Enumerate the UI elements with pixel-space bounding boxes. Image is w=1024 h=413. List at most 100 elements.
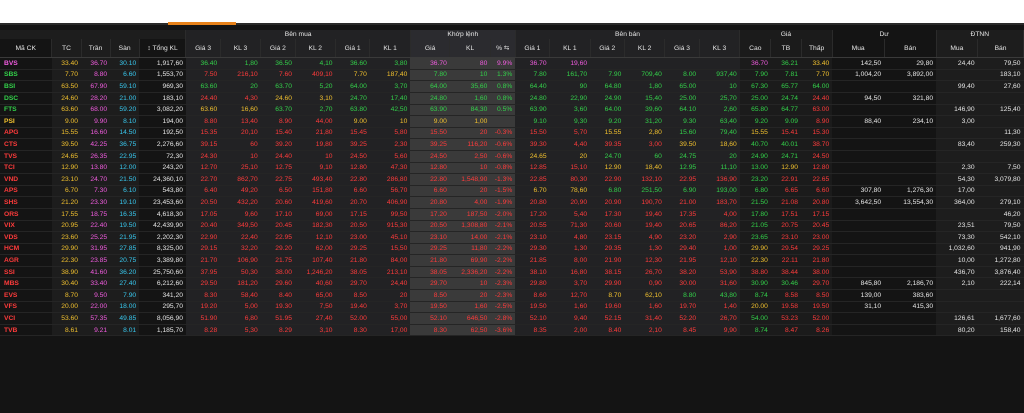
cell-ak3[interactable]: 63,40 [699,115,740,128]
cell-b1[interactable]: 7.70 [335,69,370,82]
cell-ak3[interactable]: 2,90 [699,231,740,244]
cell-b3[interactable]: 39.15 [185,138,221,151]
cell-bk1[interactable]: 915,30 [369,220,411,233]
cell-b1[interactable]: 24.50 [335,150,370,163]
cell-b2[interactable]: 29.60 [260,277,296,291]
col-match-kl[interactable]: KL [449,39,491,59]
cell-ak2[interactable]: 2,10 [624,324,665,337]
cell-b3[interactable]: 8.28 [185,324,221,337]
cell-a2[interactable]: 29.35 [590,243,625,256]
cell-b2[interactable]: 29.20 [260,243,296,256]
cell-a3[interactable]: 8.45 [664,324,700,337]
cell-ak2[interactable]: 18,40 [624,162,665,175]
cell-bk3[interactable]: 13,40 [220,115,261,128]
cell-ak2[interactable]: 12,30 [624,254,665,267]
col-ma-ck[interactable]: Mã CK [0,39,53,59]
cell-bk2[interactable]: 12,10 [295,231,336,244]
cell-bk3[interactable]: 4,30 [220,92,261,105]
symbol-cell[interactable]: BVS [0,57,52,70]
cell-bk1[interactable]: 5,80 [369,127,411,140]
col-buy-gia3[interactable]: Giá 3 [185,39,221,59]
cell-ak3[interactable]: 20 [699,150,740,163]
cell-ak1[interactable]: 2,00 [549,324,591,337]
symbol-cell[interactable]: VND [0,173,52,186]
cell-ak3[interactable]: 12,10 [699,254,740,267]
cell-b3[interactable]: 24.30 [185,150,221,163]
cell-b1[interactable]: 6.60 [335,185,370,198]
symbol-cell[interactable]: SSI [0,266,52,279]
cell-b2[interactable]: 36.50 [260,57,296,70]
col-match-gia[interactable]: Giá [410,39,451,59]
cell-a3[interactable] [664,57,700,70]
table-row[interactable]: TVS 24.65 26.35 22.95 72,30 24.30 10 24.40 10 24.… [0,150,1024,163]
cell-a3[interactable]: 38.20 [664,266,700,279]
cell-a3[interactable]: 29.40 [664,243,700,256]
cell-a2[interactable]: 7.90 [590,69,625,82]
cell-ak1[interactable]: 80,30 [549,173,591,186]
cell-bk3[interactable]: 432,20 [220,196,261,209]
col-tb[interactable]: TB [770,39,802,59]
table-row[interactable]: CTS 39.50 42.25 36.75 2,276,60 39.15 60 39.20 19… [0,138,1024,151]
cell-ak1[interactable]: 90 [549,80,591,93]
cell-ak1[interactable]: 5,40 [549,208,591,221]
cell-bk1[interactable]: 3,80 [369,57,411,70]
table-row[interactable]: BSI 63.50 67.90 59.10 969,30 63.60 20 63.70 5,20… [0,80,1024,93]
cell-a1[interactable]: 20.80 [515,196,550,209]
cell-b3[interactable]: 12.70 [185,162,221,175]
cell-ak1[interactable]: 16,80 [549,266,591,279]
col-buy-kl2[interactable]: KL 2 [295,39,337,59]
cell-ak3[interactable]: 136,90 [699,173,740,186]
cell-a3[interactable]: 8.80 [664,289,700,302]
cell-ak2[interactable]: 62,10 [624,289,665,302]
col-du-mua[interactable]: Mua [832,39,885,59]
cell-a1[interactable]: 21.85 [515,254,550,267]
cell-bk1[interactable]: 24,40 [369,277,411,291]
symbol-cell[interactable]: APS [0,185,52,198]
col-sell-gia1[interactable]: Giá 1 [515,39,551,59]
cell-bk2[interactable]: 21,80 [295,127,336,140]
cell-bk2[interactable]: 7,50 [295,301,336,314]
cell-ak2[interactable]: 39,60 [624,104,665,117]
col-buy-kl1[interactable]: KL 1 [369,39,411,59]
cell-b3[interactable]: 17.05 [185,208,221,221]
cell-a3[interactable]: 39.50 [664,138,700,151]
cell-ak1[interactable]: 4,80 [549,231,591,244]
cell-ak2[interactable]: 709,40 [624,69,665,82]
cell-ak3[interactable]: 4,00 [699,208,740,221]
symbol-cell[interactable]: CTS [0,138,52,151]
col-sell-kl1[interactable]: KL 1 [549,39,591,59]
cell-ak3[interactable]: 18,60 [699,138,740,151]
cell-b3[interactable]: 20.40 [185,220,221,233]
cell-bk1[interactable]: 2,30 [369,138,411,151]
cell-b1[interactable]: 21.80 [335,254,370,267]
cell-ak3[interactable]: 183,70 [699,196,740,209]
table-row[interactable]: HCM 29.90 31.95 27.85 8,325,00 29.15 32,20 29.2… [0,243,1024,256]
cell-a3[interactable]: 19.70 [664,301,700,314]
col-cao[interactable]: Cao [739,39,772,59]
cell-bk3[interactable]: 349,50 [220,220,261,233]
symbol-cell[interactable]: EVS [0,289,52,302]
cell-a2[interactable]: 9.20 [590,115,625,128]
cell-bk2[interactable]: 19,80 [295,138,336,151]
cell-b1[interactable]: 20.70 [335,196,370,209]
cell-a3[interactable]: 8.00 [664,69,700,82]
cell-bk2[interactable]: 107,40 [295,254,336,267]
table-row[interactable]: VDS 23.60 25.25 21.95 2,202,30 22.90 22,40 22.9… [0,231,1024,244]
cell-a3[interactable]: 22.95 [664,173,700,186]
cell-ak2[interactable]: 4,90 [624,231,665,244]
cell-ak2[interactable]: 132,10 [624,173,665,186]
cell-b2[interactable]: 20.45 [260,220,296,233]
table-row[interactable]: DSC 24.60 28.20 21.00 183,10 24.40 4,30 24.60 3,… [0,92,1024,105]
cell-a1[interactable]: 24.80 [515,92,550,105]
cell-b2[interactable]: 17.10 [260,208,296,221]
cell-b3[interactable]: 29.50 [185,277,221,291]
cell-b2[interactable]: 24.40 [260,150,296,163]
symbol-cell[interactable]: VIX [0,220,52,233]
cell-a1[interactable]: 23.10 [515,231,550,244]
cell-ak1[interactable]: 3,70 [549,277,591,291]
col-sell-gia2[interactable]: Giá 2 [590,39,625,59]
cell-bk3[interactable]: 106,90 [220,254,261,267]
cell-a1[interactable]: 24.65 [515,150,550,163]
cell-bk3[interactable]: 1,80 [220,57,261,70]
cell-b2[interactable]: 15.40 [260,127,296,140]
